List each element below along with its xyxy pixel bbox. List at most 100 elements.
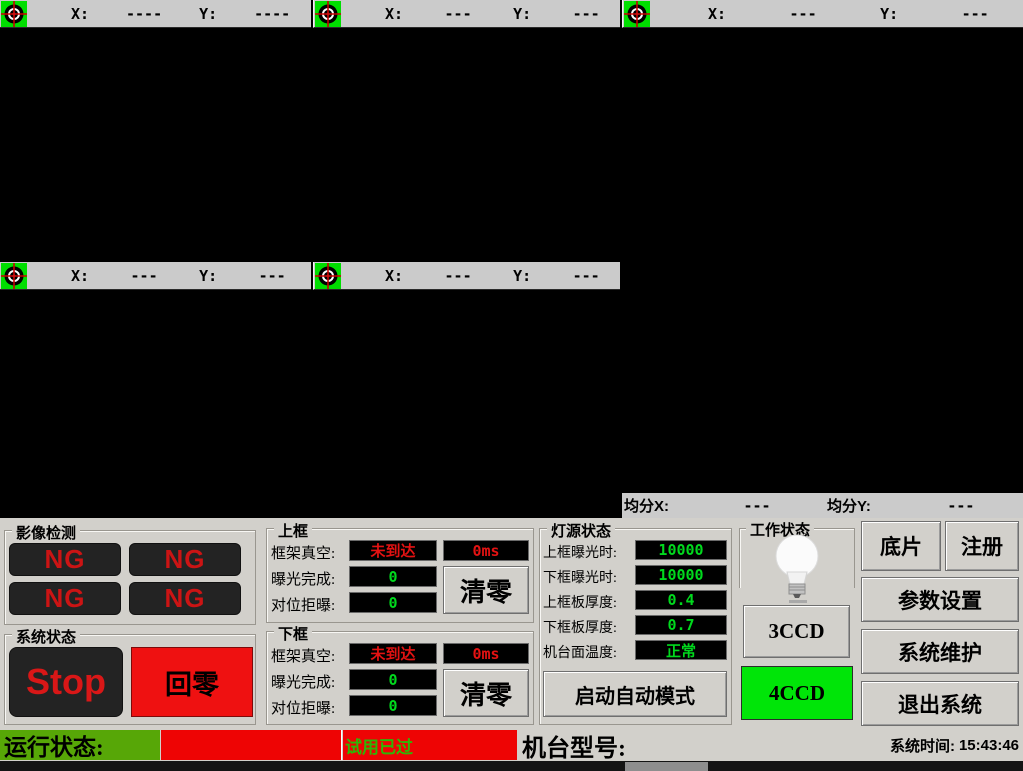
register-button[interactable]: 注册 — [945, 521, 1019, 571]
x-coord-value: ---- — [115, 5, 173, 23]
light-bulb-icon — [769, 532, 825, 604]
y-coord-value: ---- — [243, 5, 301, 23]
camera-view-5 — [313, 290, 620, 518]
table-temperature-field: 正常 — [635, 640, 727, 660]
vacuum-time-field: 0ms — [443, 643, 529, 664]
status-bar: 运行状态: 试用已过 机台型号: 系统时间: 15:43:46 — [0, 730, 1023, 761]
y-coord-label: Y: — [199, 267, 217, 285]
camera-panel-2-header: X: --- Y: --- — [313, 0, 620, 28]
ccd4-mode-button[interactable]: 4CCD — [741, 666, 853, 720]
exposure-done-label: 曝光完成: — [271, 671, 335, 692]
camera-panel-4: X: --- Y: --- — [0, 262, 311, 518]
x-coord-label: X: — [385, 267, 403, 285]
start-auto-mode-button[interactable]: 启动自动模式 — [543, 671, 727, 717]
system-time: 系统时间: 15:43:46 — [890, 730, 1019, 761]
upper-exposure-time-label: 上框曝光时: — [543, 542, 617, 562]
x-coord-value: --- — [429, 5, 487, 23]
lower-board-thickness-field: 0.7 — [635, 615, 727, 635]
y-coord-label: Y: — [513, 5, 531, 23]
trial-status-bar: 试用已过 — [343, 730, 517, 760]
crosshair-target-icon — [624, 1, 650, 27]
align-reject-label: 对位拒曝: — [271, 594, 335, 615]
table-temperature-label: 机台面温度: — [543, 642, 617, 662]
crosshair-target-icon — [315, 1, 341, 27]
system-status-group: 系统状态 Stop 回零 — [4, 634, 256, 725]
detect-result-2[interactable]: NG — [129, 543, 241, 576]
x-coord-label: X: — [71, 267, 89, 285]
crosshair-target-icon — [315, 263, 341, 289]
camera-view-4 — [0, 290, 311, 518]
camera-panel-3: X: --- Y: --- — [622, 0, 1023, 493]
lower-clear-button[interactable]: 清零 — [443, 669, 529, 717]
film-button[interactable]: 底片 — [861, 521, 941, 571]
bottom-strip-segment — [625, 762, 708, 771]
lower-frame-group: 下框 框架真空: 未到达 0ms 曝光完成: 0 对位拒曝: 0 清零 — [266, 631, 534, 725]
average-y-value: --- — [931, 497, 991, 515]
y-coord-value: --- — [557, 5, 615, 23]
lower-board-thickness-label: 下框板厚度: — [543, 617, 617, 637]
ccd3-mode-button[interactable]: 3CCD — [743, 605, 850, 658]
lower-frame-title: 下框 — [274, 623, 312, 644]
machine-model-label: 机台型号: — [522, 730, 626, 761]
align-reject-field: 0 — [349, 592, 437, 613]
x-coord-label: X: — [385, 5, 403, 23]
detect-result-4[interactable]: NG — [129, 582, 241, 615]
camera-panel-2: X: --- Y: --- — [313, 0, 620, 262]
vacuum-label: 框架真空: — [271, 645, 335, 666]
detect-result-3[interactable]: NG — [9, 582, 121, 615]
image-detection-group: 影像检测 NG NG NG NG — [4, 530, 256, 625]
light-source-group: 灯源状态 上框曝光时: 10000 下框曝光时: 10000 上框板厚度: 0.… — [539, 528, 732, 725]
upper-board-thickness-field: 0.4 — [635, 590, 727, 610]
y-coord-label: Y: — [199, 5, 217, 23]
x-coord-label: X: — [71, 5, 89, 23]
camera-panel-1-header: X: ---- Y: ---- — [0, 0, 311, 28]
camera-view-2 — [313, 28, 620, 262]
average-x-label: 均分X: — [624, 495, 669, 516]
home-zero-button[interactable]: 回零 — [131, 647, 253, 717]
system-status-title: 系统状态 — [12, 626, 80, 647]
vacuum-label: 框架真空: — [271, 542, 335, 563]
system-time-label: 系统时间: — [890, 735, 955, 756]
y-coord-value: --- — [557, 267, 615, 285]
image-detection-title: 影像检测 — [12, 522, 80, 543]
vacuum-status-field: 未到达 — [349, 643, 437, 664]
camera-panel-5: X: --- Y: --- — [313, 262, 620, 518]
parameter-settings-button[interactable]: 参数设置 — [861, 577, 1019, 622]
upper-frame-group: 上框 框架真空: 未到达 0ms 曝光完成: 0 对位拒曝: 0 清零 — [266, 528, 534, 623]
x-coord-value: --- — [115, 267, 173, 285]
align-reject-field: 0 — [349, 695, 437, 716]
system-maintenance-button[interactable]: 系统维护 — [861, 629, 1019, 674]
align-reject-label: 对位拒曝: — [271, 697, 335, 718]
average-y-label: 均分Y: — [827, 495, 871, 516]
stop-button[interactable]: Stop — [9, 647, 123, 717]
crosshair-target-icon — [1, 263, 27, 289]
upper-clear-button[interactable]: 清零 — [443, 566, 529, 614]
lower-exposure-time-label: 下框曝光时: — [543, 567, 617, 587]
upper-frame-title: 上框 — [274, 520, 312, 541]
camera-view-1 — [0, 28, 311, 262]
y-coord-label: Y: — [513, 267, 531, 285]
y-coord-value: --- — [243, 267, 301, 285]
camera-panel-4-header: X: --- Y: --- — [0, 262, 311, 290]
lower-exposure-time-field: 10000 — [635, 565, 727, 585]
run-state-label: 运行状态: — [0, 730, 160, 760]
x-coord-value: --- — [429, 267, 487, 285]
x-coord-label: X: — [708, 5, 726, 23]
x-coord-value: --- — [768, 5, 838, 23]
vacuum-status-field: 未到达 — [349, 540, 437, 561]
average-x-value: --- — [727, 497, 787, 515]
exposure-done-field: 0 — [349, 566, 437, 587]
y-coord-label: Y: — [880, 5, 898, 23]
camera-panel-5-header: X: --- Y: --- — [313, 262, 620, 290]
trial-status-text: 试用已过 — [345, 733, 413, 758]
camera-view-3 — [622, 28, 1023, 493]
detect-result-1[interactable]: NG — [9, 543, 121, 576]
exposure-done-field: 0 — [349, 669, 437, 690]
exposure-done-label: 曝光完成: — [271, 568, 335, 589]
crosshair-target-icon — [1, 1, 27, 27]
system-time-value: 15:43:46 — [959, 737, 1019, 754]
exit-system-button[interactable]: 退出系统 — [861, 681, 1019, 726]
upper-board-thickness-label: 上框板厚度: — [543, 592, 617, 612]
light-source-title: 灯源状态 — [547, 520, 615, 541]
bottom-strip — [0, 761, 1023, 771]
